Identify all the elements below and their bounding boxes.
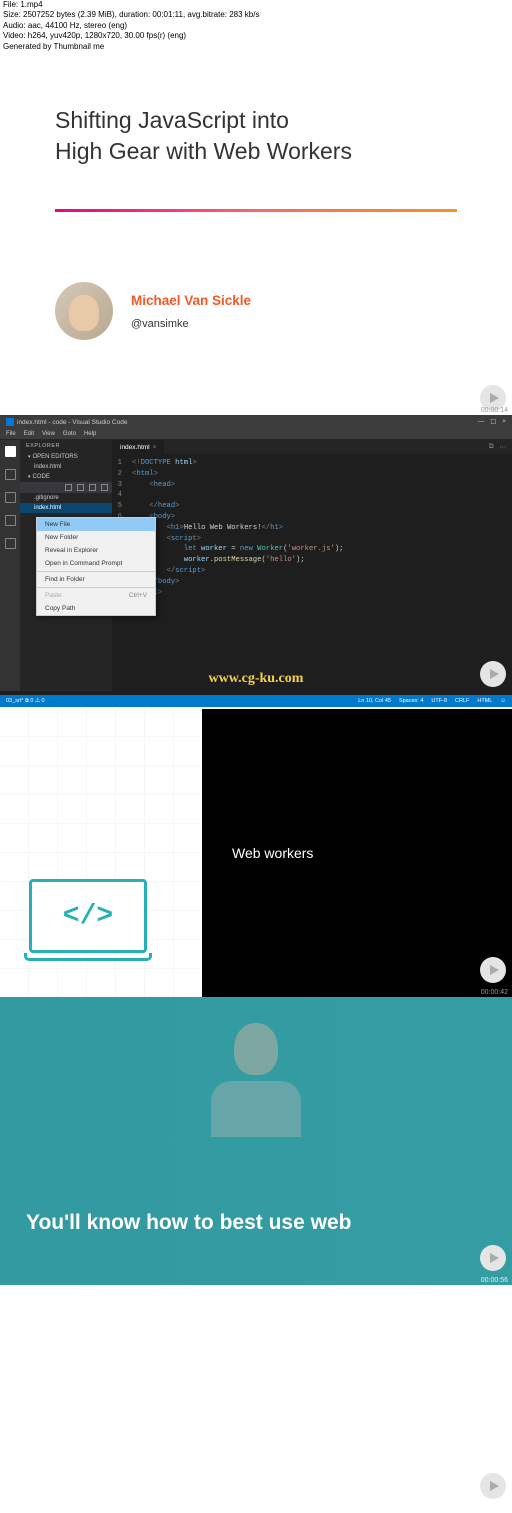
maximize-icon[interactable]: ☐ xyxy=(490,418,496,426)
section-code-label: CODE xyxy=(33,474,50,480)
code-symbol-icon: </> xyxy=(63,901,113,932)
play-icon[interactable] xyxy=(480,1245,506,1271)
ww-heading: Web workers xyxy=(232,845,313,861)
watermark-text: www.cg-ku.com xyxy=(209,671,304,687)
new-folder-icon[interactable] xyxy=(77,484,84,491)
search-icon[interactable] xyxy=(5,469,16,480)
tab-toolbar: ⧉ ⋯ xyxy=(483,440,512,454)
timestamp-3: 00:00:42 xyxy=(481,989,508,996)
laptop-base xyxy=(24,953,152,961)
menu-view[interactable]: View xyxy=(42,431,55,437)
section-code[interactable]: CODE xyxy=(20,472,112,482)
editor-tabs: index.html ⧉ ⋯ xyxy=(112,440,512,454)
new-file-icon[interactable] xyxy=(65,484,72,491)
menu-goto[interactable]: Goto xyxy=(63,431,76,437)
author-row: Michael Van Sickle @vansimke xyxy=(0,212,512,385)
play-icon[interactable] xyxy=(480,957,506,983)
file-gitignore[interactable]: .gitignore xyxy=(20,493,112,503)
ctx-paste[interactable]: PasteCtrl+V xyxy=(37,589,155,602)
play-icon[interactable] xyxy=(480,1473,506,1499)
avatar-face xyxy=(69,295,99,331)
debug-icon[interactable] xyxy=(5,515,16,526)
status-feedback-icon[interactable]: ☺ xyxy=(500,698,506,704)
meta-gen: Generated by Thumbnail me xyxy=(3,42,259,52)
status-crlf[interactable]: CRLF xyxy=(455,698,469,704)
caption-text: You'll know how to best use web xyxy=(26,1211,351,1235)
body-shape xyxy=(211,1081,301,1137)
status-spaces[interactable]: Spaces: 4 xyxy=(399,698,423,704)
vscode-screenshot: index.html - code - Visual Studio Code —… xyxy=(0,415,512,707)
status-enc[interactable]: UTF-8 xyxy=(431,698,447,704)
laptop-icon: </> xyxy=(24,879,152,961)
status-bar: 03_srt* ⧉ 0 ⚠ 0 Ln 10, Col 45 Spaces: 4 … xyxy=(0,695,512,707)
close-icon[interactable]: × xyxy=(502,418,506,426)
status-lang[interactable]: HTML xyxy=(477,698,492,704)
thumb-footer-1: 00:00:14 xyxy=(0,385,512,415)
editor-area: index.html ⧉ ⋯ 1<!DOCTYPE html>2<html>3 … xyxy=(112,440,512,691)
meta-size: Size: 2507252 bytes (2.39 MiB), duration… xyxy=(3,10,259,20)
speaker-silhouette xyxy=(211,1023,301,1133)
author-avatar xyxy=(55,282,113,340)
explorer-header: EXPLORER xyxy=(20,440,112,452)
status-ln[interactable]: Ln 10, Col 45 xyxy=(358,698,391,704)
vscode-titlebar: index.html - code - Visual Studio Code —… xyxy=(0,415,512,429)
vscode-menubar: File Edit View Goto Help xyxy=(0,429,512,440)
context-menu[interactable]: New FileNew FolderReveal in ExplorerOpen… xyxy=(36,517,156,616)
minimize-icon[interactable]: — xyxy=(478,418,485,426)
extensions-icon[interactable] xyxy=(5,538,16,549)
head-shape xyxy=(234,1023,278,1075)
teal-caption-slide: You'll know how to best use web 00:00:56 xyxy=(0,997,512,1285)
metadata-text: File: 1.mp4 Size: 2507252 bytes (2.39 Mi… xyxy=(3,0,259,52)
status-left[interactable]: 03_srt* ⧉ 0 ⚠ 0 xyxy=(6,698,45,705)
ctx-new-file[interactable]: New File xyxy=(37,518,155,531)
vscode-logo-icon xyxy=(6,418,14,426)
split-icon[interactable]: ⧉ xyxy=(489,443,494,451)
timestamp-1: 00:00:14 xyxy=(481,407,508,414)
git-icon[interactable] xyxy=(5,492,16,503)
file-index-html[interactable]: index.html xyxy=(20,503,112,513)
meta-video: Video: h264, yuv420p, 1280x720, 30.00 fp… xyxy=(3,31,259,41)
ctx-new-folder[interactable]: New Folder xyxy=(37,531,155,544)
window-controls: — ☐ × xyxy=(478,418,506,426)
menu-help[interactable]: Help xyxy=(84,431,96,437)
code-content[interactable]: 1<!DOCTYPE html>2<html>3 <head>45 </head… xyxy=(112,454,512,602)
folder-toolbar xyxy=(20,482,112,493)
open-editor-file[interactable]: index.html xyxy=(20,462,112,472)
collapse-icon[interactable] xyxy=(101,484,108,491)
status-right: Ln 10, Col 45 Spaces: 4 UTF-8 CRLF HTML … xyxy=(358,698,506,704)
more-icon[interactable]: ⋯ xyxy=(500,443,507,451)
menu-edit[interactable]: Edit xyxy=(24,431,34,437)
play-icon[interactable] xyxy=(480,661,506,687)
section-open-editors[interactable]: OPEN EDITORS xyxy=(20,452,112,462)
ww-left-panel: </> xyxy=(0,709,202,997)
titlebar-left: index.html - code - Visual Studio Code xyxy=(6,418,127,426)
window-title: index.html - code - Visual Studio Code xyxy=(17,419,127,426)
ctx-open-in-command-prompt[interactable]: Open in Command Prompt xyxy=(37,557,155,570)
ww-right-panel: Web workers xyxy=(202,709,512,997)
thumbnail-metadata: File: 1.mp4 Size: 2507252 bytes (2.39 Mi… xyxy=(0,0,512,45)
course-title: Shifting JavaScript into High Gear with … xyxy=(55,105,457,167)
author-name: Michael Van Sickle xyxy=(131,293,251,308)
blank-slide xyxy=(0,1285,512,1513)
menu-file[interactable]: File xyxy=(6,431,16,437)
meta-audio: Audio: aac, 44100 Hz, stereo (eng) xyxy=(3,21,259,31)
author-info: Michael Van Sickle @vansimke xyxy=(131,293,251,330)
refresh-icon[interactable] xyxy=(89,484,96,491)
ctx-find-in-folder[interactable]: Find in Folder xyxy=(37,573,155,586)
tab-index-html[interactable]: index.html xyxy=(112,440,164,454)
timestamp-4: 00:00:56 xyxy=(481,1277,508,1284)
ctx-copy-path[interactable]: Copy Path xyxy=(37,602,155,615)
explorer-icon[interactable] xyxy=(5,446,16,457)
activity-bar xyxy=(0,440,20,691)
meta-file: File: 1.mp4 xyxy=(3,0,259,10)
ctx-reveal-in-explorer[interactable]: Reveal in Explorer xyxy=(37,544,155,557)
title-slide: Shifting JavaScript into High Gear with … xyxy=(0,45,512,197)
laptop-screen: </> xyxy=(29,879,147,953)
web-workers-slide: </> Web workers 00:00:42 xyxy=(0,709,512,997)
author-handle: @vansimke xyxy=(131,318,251,330)
